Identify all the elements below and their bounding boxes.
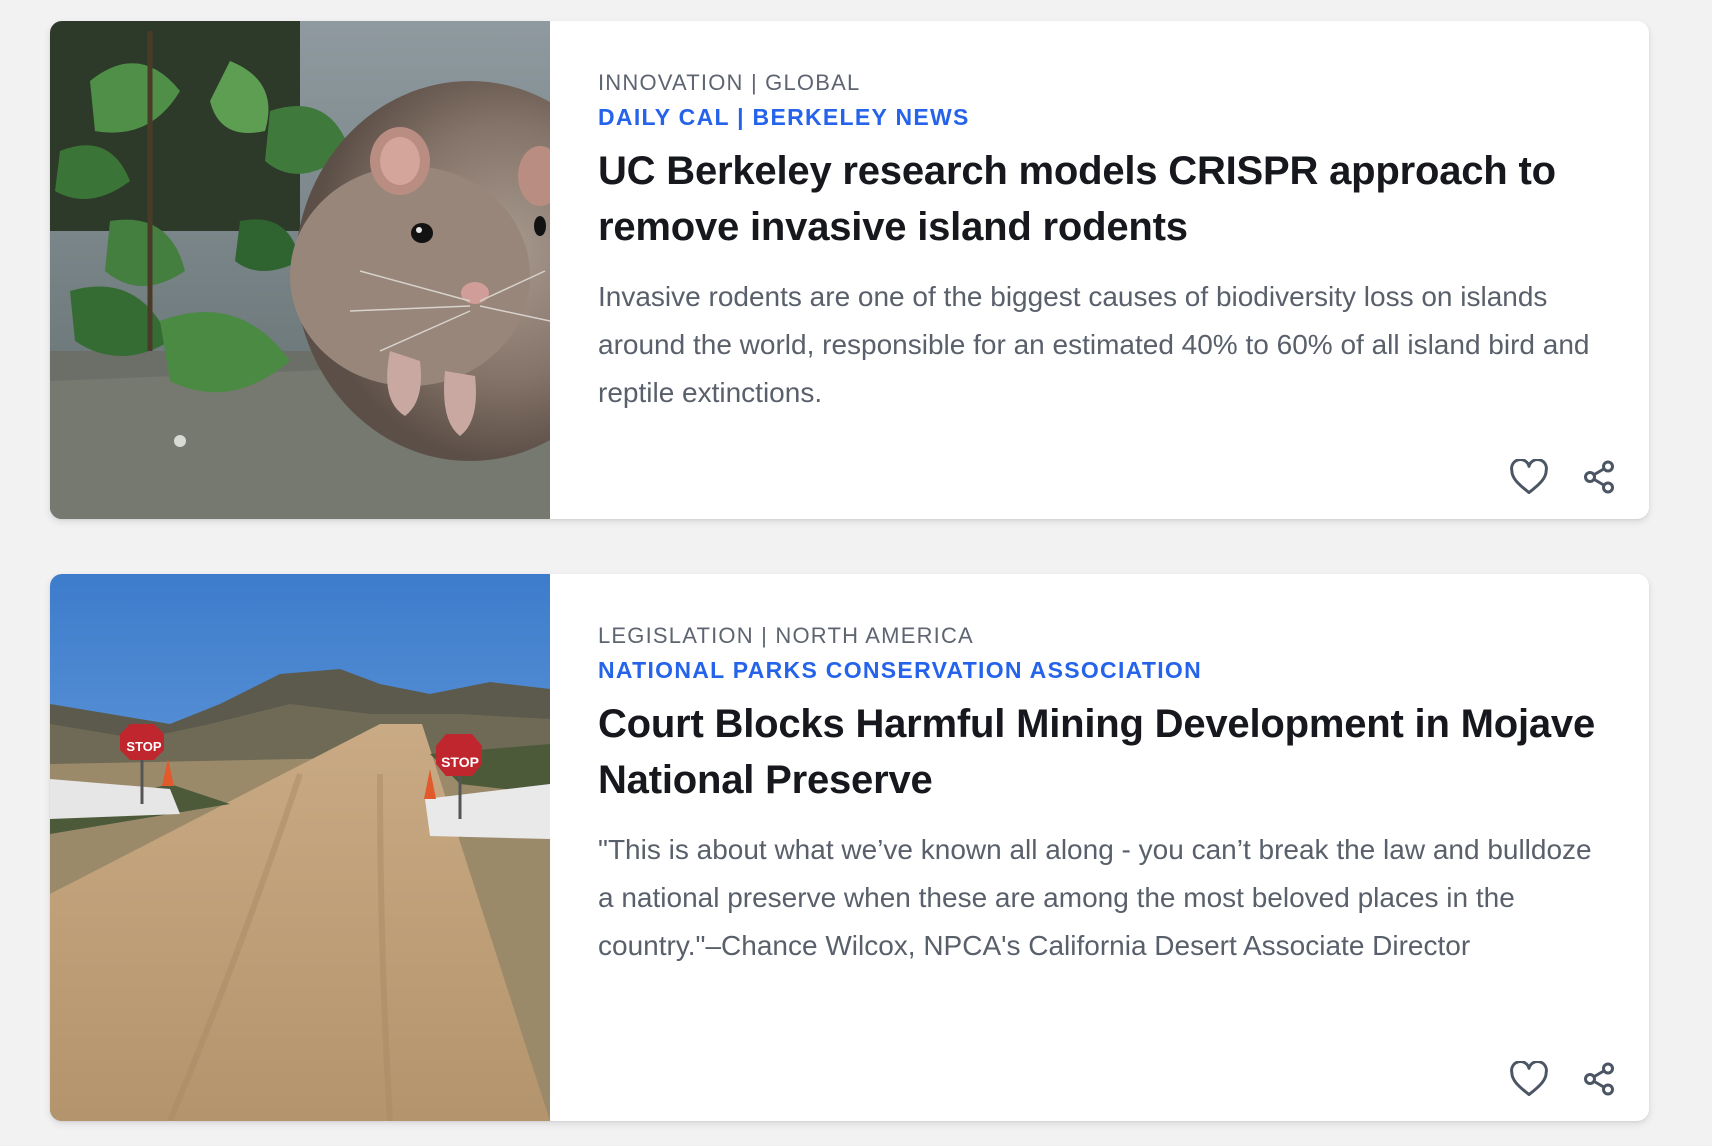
share-icon: [1584, 460, 1614, 494]
share-button[interactable]: [1577, 1057, 1621, 1101]
article-card[interactable]: INNOVATION | GLOBAL DAILY CAL | BERKELEY…: [50, 21, 1649, 519]
heart-icon: [1510, 459, 1548, 495]
desert-road-photo: [50, 574, 550, 1121]
stop-sign-text: STOP: [441, 754, 479, 770]
share-icon: [1584, 1062, 1614, 1096]
heart-icon: [1510, 1061, 1548, 1097]
article-actions: [1507, 1057, 1621, 1101]
article-excerpt: Invasive rodents are one of the biggest …: [598, 281, 1590, 408]
article-body: LEGISLATION | NORTH AMERICA NATIONAL PAR…: [550, 574, 1649, 1121]
article-actions: [1507, 455, 1621, 499]
article-thumbnail[interactable]: STOP STOP: [50, 574, 550, 1121]
article-title[interactable]: UC Berkeley research models CRISPR appro…: [598, 143, 1601, 255]
article-category: LEGISLATION | NORTH AMERICA: [598, 623, 974, 648]
stop-sign-text: STOP: [126, 739, 162, 754]
like-button[interactable]: [1507, 455, 1551, 499]
article-source-link[interactable]: NATIONAL PARKS CONSERVATION ASSOCIATION: [598, 654, 1601, 686]
article-source-link[interactable]: DAILY CAL | BERKELEY NEWS: [598, 101, 1601, 133]
article-title[interactable]: Court Blocks Harmful Mining Development …: [598, 696, 1601, 808]
rat-photo: [50, 21, 550, 519]
article-thumbnail[interactable]: [50, 21, 550, 519]
article-card[interactable]: STOP STOP LEGISLATION | NORTH AMERICA NA…: [50, 574, 1649, 1121]
article-excerpt: "This is about what we’ve known all alon…: [598, 834, 1592, 961]
article-category: INNOVATION | GLOBAL: [598, 70, 861, 95]
share-button[interactable]: [1577, 455, 1621, 499]
article-body: INNOVATION | GLOBAL DAILY CAL | BERKELEY…: [550, 21, 1649, 519]
like-button[interactable]: [1507, 1057, 1551, 1101]
